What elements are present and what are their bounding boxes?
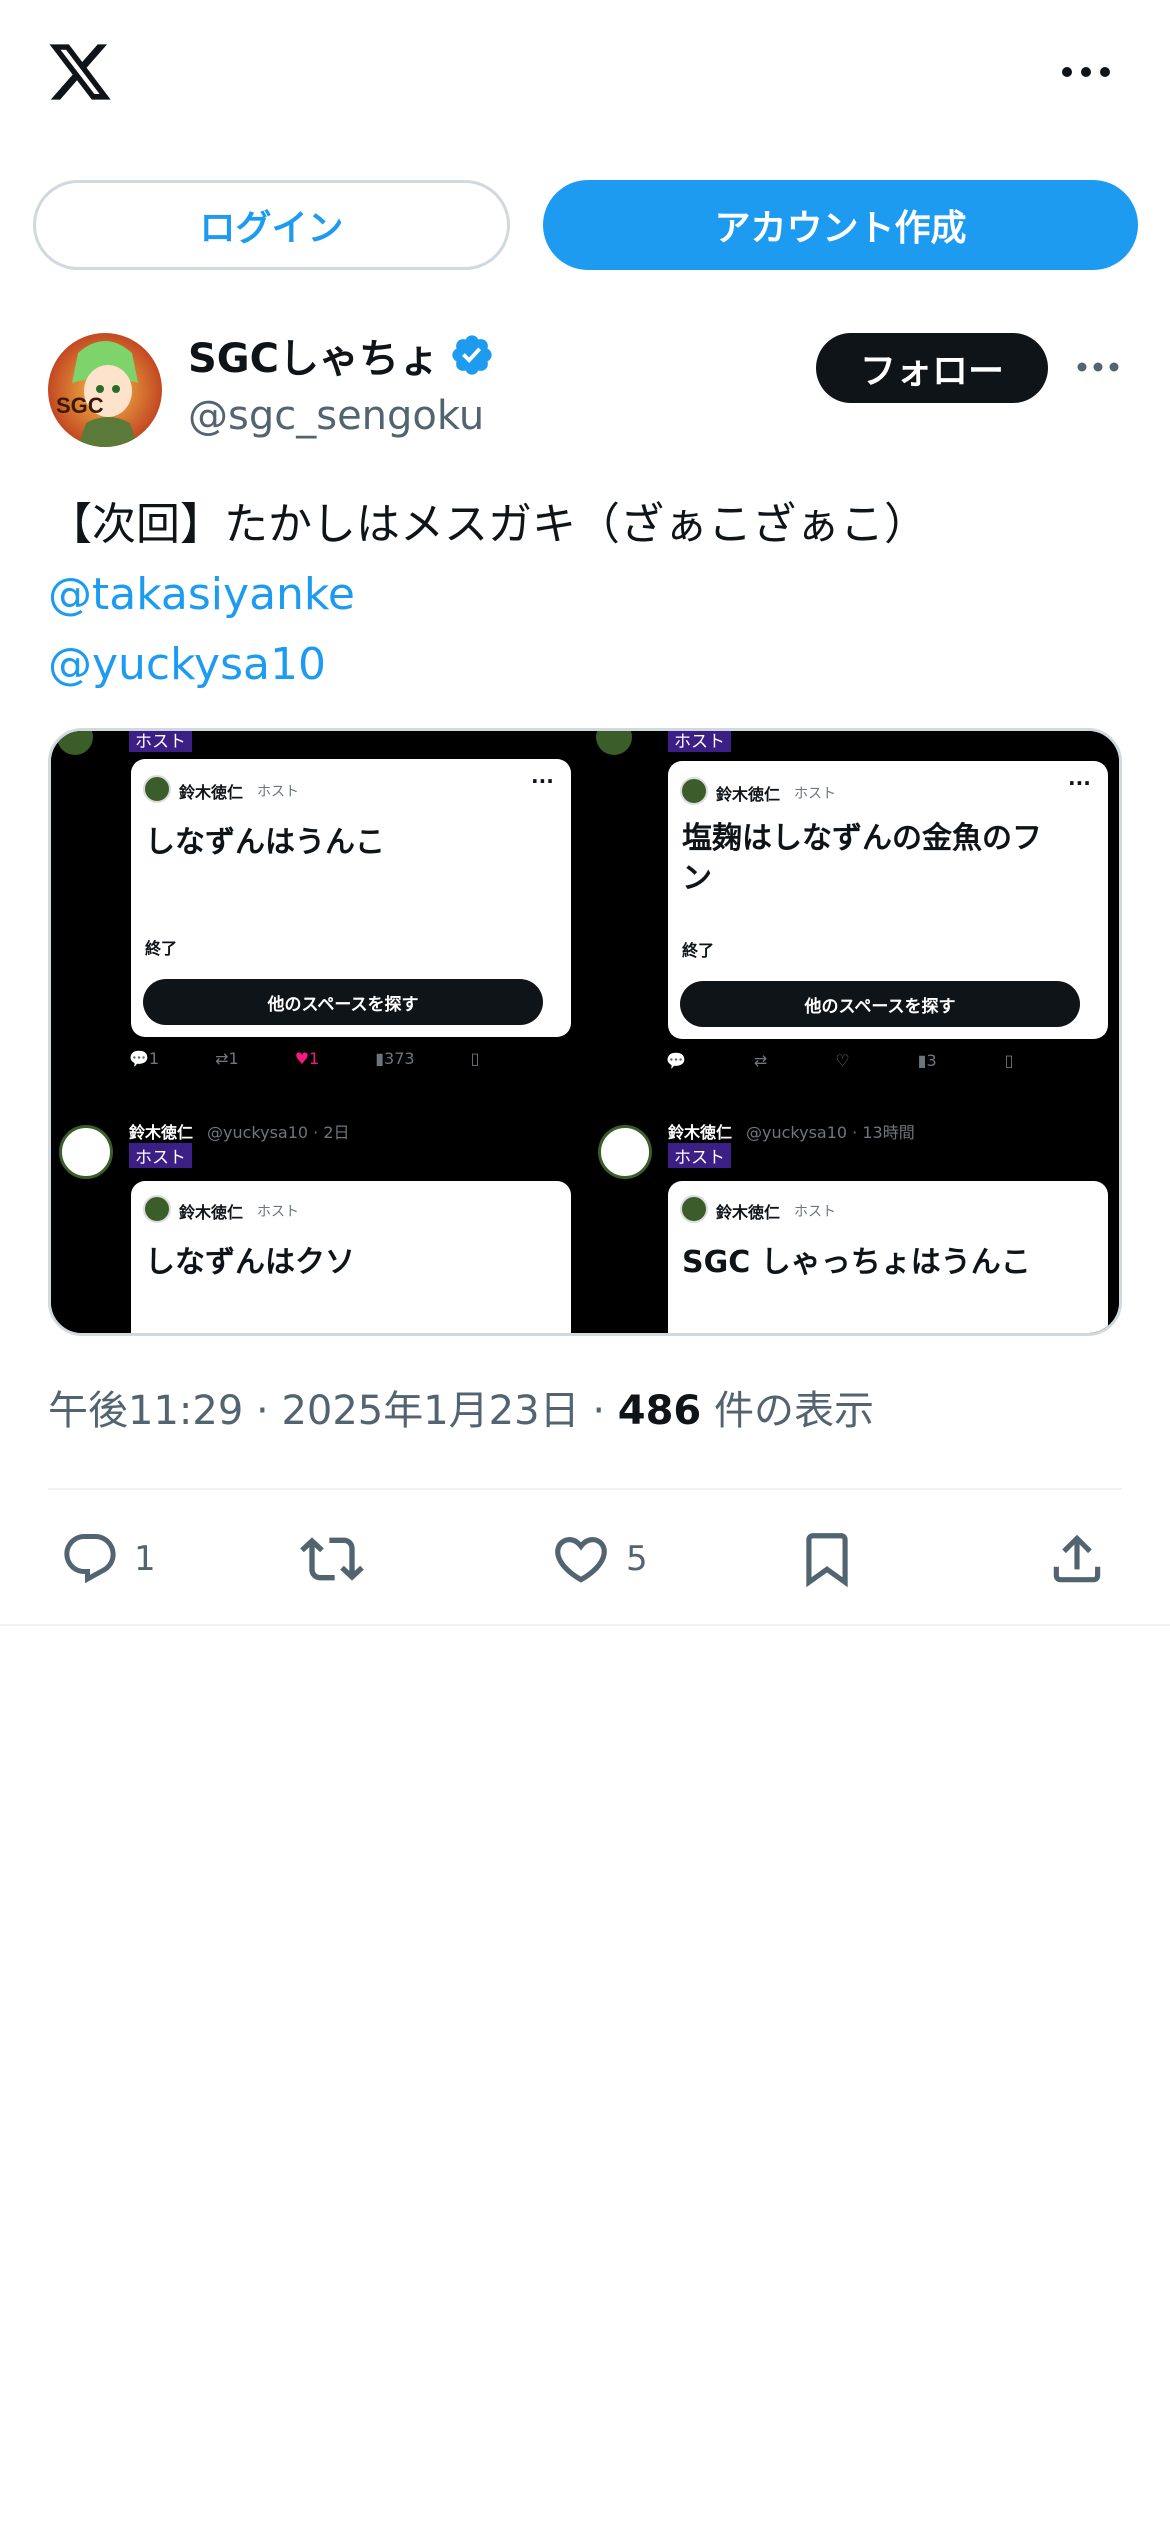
card-user: 鈴木徳仁 <box>179 1203 244 1222</box>
retweet-icon: ⇄ <box>753 1051 768 1070</box>
avatar-logo-text: SGC <box>56 393 104 418</box>
card-user: 鈴木徳仁 <box>179 783 244 802</box>
poster-meta: @yuckysa10 · 13時間 <box>746 1123 915 1142</box>
poster-name: 鈴木徳仁 <box>129 1123 194 1142</box>
tweet-body: 【次回】たかしはメスガキ（ざぁこざぁこ） <box>48 499 928 550</box>
author-handle[interactable]: @sgc_sengoku <box>188 393 484 439</box>
divider <box>0 1624 1170 1626</box>
meta-sep: · <box>592 1388 606 1434</box>
space-status: 終了 <box>145 939 178 958</box>
explore-spaces-button: 他のスペースを探す <box>143 979 543 1025</box>
card-role: ホスト <box>794 786 836 802</box>
host-badge: ホスト <box>129 731 192 752</box>
poster-name: 鈴木徳仁 <box>668 1123 733 1142</box>
avatar <box>143 1195 171 1223</box>
tweet-date[interactable]: 2025年1月23日 <box>281 1388 579 1434</box>
media-image[interactable]: ホスト 鈴木徳仁 ホスト ··· しなずんはうんこ 終了 他のスペースを探す 💬… <box>51 731 584 1107</box>
space-title: しなずんはクソ <box>145 1245 355 1280</box>
space-card: 鈴木徳仁 ホスト しなずんはクソ <box>131 1181 571 1333</box>
more-options-icon[interactable] <box>1058 52 1114 92</box>
space-title: SGC しゃっちょはうんこ <box>682 1245 1031 1280</box>
x-logo-icon[interactable] <box>44 38 116 106</box>
bookmark-button[interactable] <box>796 1527 858 1591</box>
space-card: 鈴木徳仁 ホスト ··· 塩麹はしなずんの金魚のフン 終了 他のスペースを探す <box>668 761 1108 1039</box>
card-role: ホスト <box>257 1204 299 1220</box>
create-account-button[interactable]: アカウント作成 <box>543 180 1138 270</box>
media-image[interactable]: 鈴木徳仁 @yuckysa10 · 2日 ホスト 鈴木徳仁 ホスト しなずんはク… <box>51 1111 584 1333</box>
views-icon: ▮3 <box>917 1051 937 1070</box>
poster-meta: @yuckysa10 · 2日 <box>207 1123 350 1142</box>
host-badge: ホスト <box>129 1143 192 1168</box>
space-title: しなずんはうんこ <box>145 825 385 860</box>
card-user: 鈴木徳仁 <box>716 1203 781 1222</box>
verified-badge-icon <box>452 335 492 375</box>
space-status: 終了 <box>682 941 715 960</box>
card-user: 鈴木徳仁 <box>716 785 781 804</box>
like-count: 1 <box>309 1049 320 1068</box>
like-count: 5 <box>626 1539 648 1579</box>
avatar <box>596 731 632 755</box>
heart-icon <box>555 1537 607 1583</box>
reply-icon: 💬1 <box>129 1049 160 1068</box>
share-icon <box>1053 1534 1101 1583</box>
avatar[interactable]: SGC <box>48 333 162 447</box>
avatar <box>598 1125 652 1179</box>
tweet-time[interactable]: 午後11:29 <box>48 1388 243 1434</box>
avatar <box>57 731 93 755</box>
author-display-name[interactable]: SGCしゃちょ <box>188 326 439 384</box>
views-icon: ▮373 <box>375 1049 415 1068</box>
more-icon: ··· <box>531 769 554 793</box>
explore-spaces-button: 他のスペースを探す <box>680 981 1080 1027</box>
bookmark-icon: ▯ <box>470 1049 480 1068</box>
retweet-icon <box>300 1537 364 1581</box>
view-count: 486 <box>617 1388 702 1434</box>
mention-link[interactable]: @takasiyanke <box>48 560 1128 630</box>
like-button[interactable]: 5 <box>550 1527 648 1591</box>
divider <box>48 1488 1122 1490</box>
card-role: ホスト <box>794 1204 836 1220</box>
reply-icon <box>64 1534 116 1584</box>
view-count: 373 <box>384 1049 415 1068</box>
bookmark-icon <box>806 1533 848 1588</box>
view-count: 3 <box>926 1051 937 1070</box>
retweet-button[interactable] <box>300 1527 364 1591</box>
retweet-icon: ⇄1 <box>215 1049 239 1068</box>
host-badge: ホスト <box>668 731 731 752</box>
media-image[interactable]: ホスト 鈴木徳仁 ホスト ··· 塩麹はしなずんの金魚のフン 終了 他のスペース… <box>588 731 1119 1107</box>
share-button[interactable] <box>1046 1527 1108 1591</box>
tweet-text: 【次回】たかしはメスガキ（ざぁこざぁこ） @takasiyanke @yucky… <box>48 490 1128 700</box>
bookmark-icon: ▯ <box>1004 1051 1014 1070</box>
avatar <box>59 1125 113 1179</box>
avatar <box>680 777 708 805</box>
avatar <box>680 1195 708 1223</box>
retweet-count: 1 <box>228 1049 239 1068</box>
space-card: 鈴木徳仁 ホスト SGC しゃっちょはうんこ <box>668 1181 1108 1333</box>
reply-button[interactable]: 1 <box>60 1527 156 1591</box>
reply-icon: 💬 <box>666 1051 686 1070</box>
like-icon: ♥1 <box>294 1049 320 1068</box>
tweet-meta: 午後11:29 · 2025年1月23日 · 486 件の表示 <box>48 1378 874 1436</box>
meta-sep: · <box>256 1388 269 1434</box>
views-label: 件の表示 <box>713 1388 874 1434</box>
media-image[interactable]: 鈴木徳仁 @yuckysa10 · 13時間 ホスト 鈴木徳仁 ホスト SGC … <box>588 1111 1119 1333</box>
follow-button[interactable]: フォロー <box>816 333 1048 403</box>
avatar <box>143 775 171 803</box>
tweet-media-grid[interactable]: ホスト 鈴木徳仁 ホスト ··· しなずんはうんこ 終了 他のスペースを探す 💬… <box>48 728 1122 1336</box>
space-title: 塩麹はしなずんの金魚のフン <box>682 821 1042 896</box>
reply-count: 1 <box>148 1049 160 1068</box>
author-name-row[interactable]: SGCしゃちょ <box>188 326 495 384</box>
space-card: 鈴木徳仁 ホスト ··· しなずんはうんこ 終了 他のスペースを探す <box>131 759 571 1037</box>
login-button[interactable]: ログイン <box>33 180 510 270</box>
mention-link[interactable]: @yuckysa10 <box>48 630 1128 700</box>
more-icon: ··· <box>1068 771 1091 795</box>
reply-count: 1 <box>134 1539 156 1579</box>
card-role: ホスト <box>257 784 299 800</box>
like-icon: ♡ <box>835 1051 850 1070</box>
tweet-more-icon[interactable] <box>1076 352 1120 382</box>
host-badge: ホスト <box>668 1143 731 1168</box>
